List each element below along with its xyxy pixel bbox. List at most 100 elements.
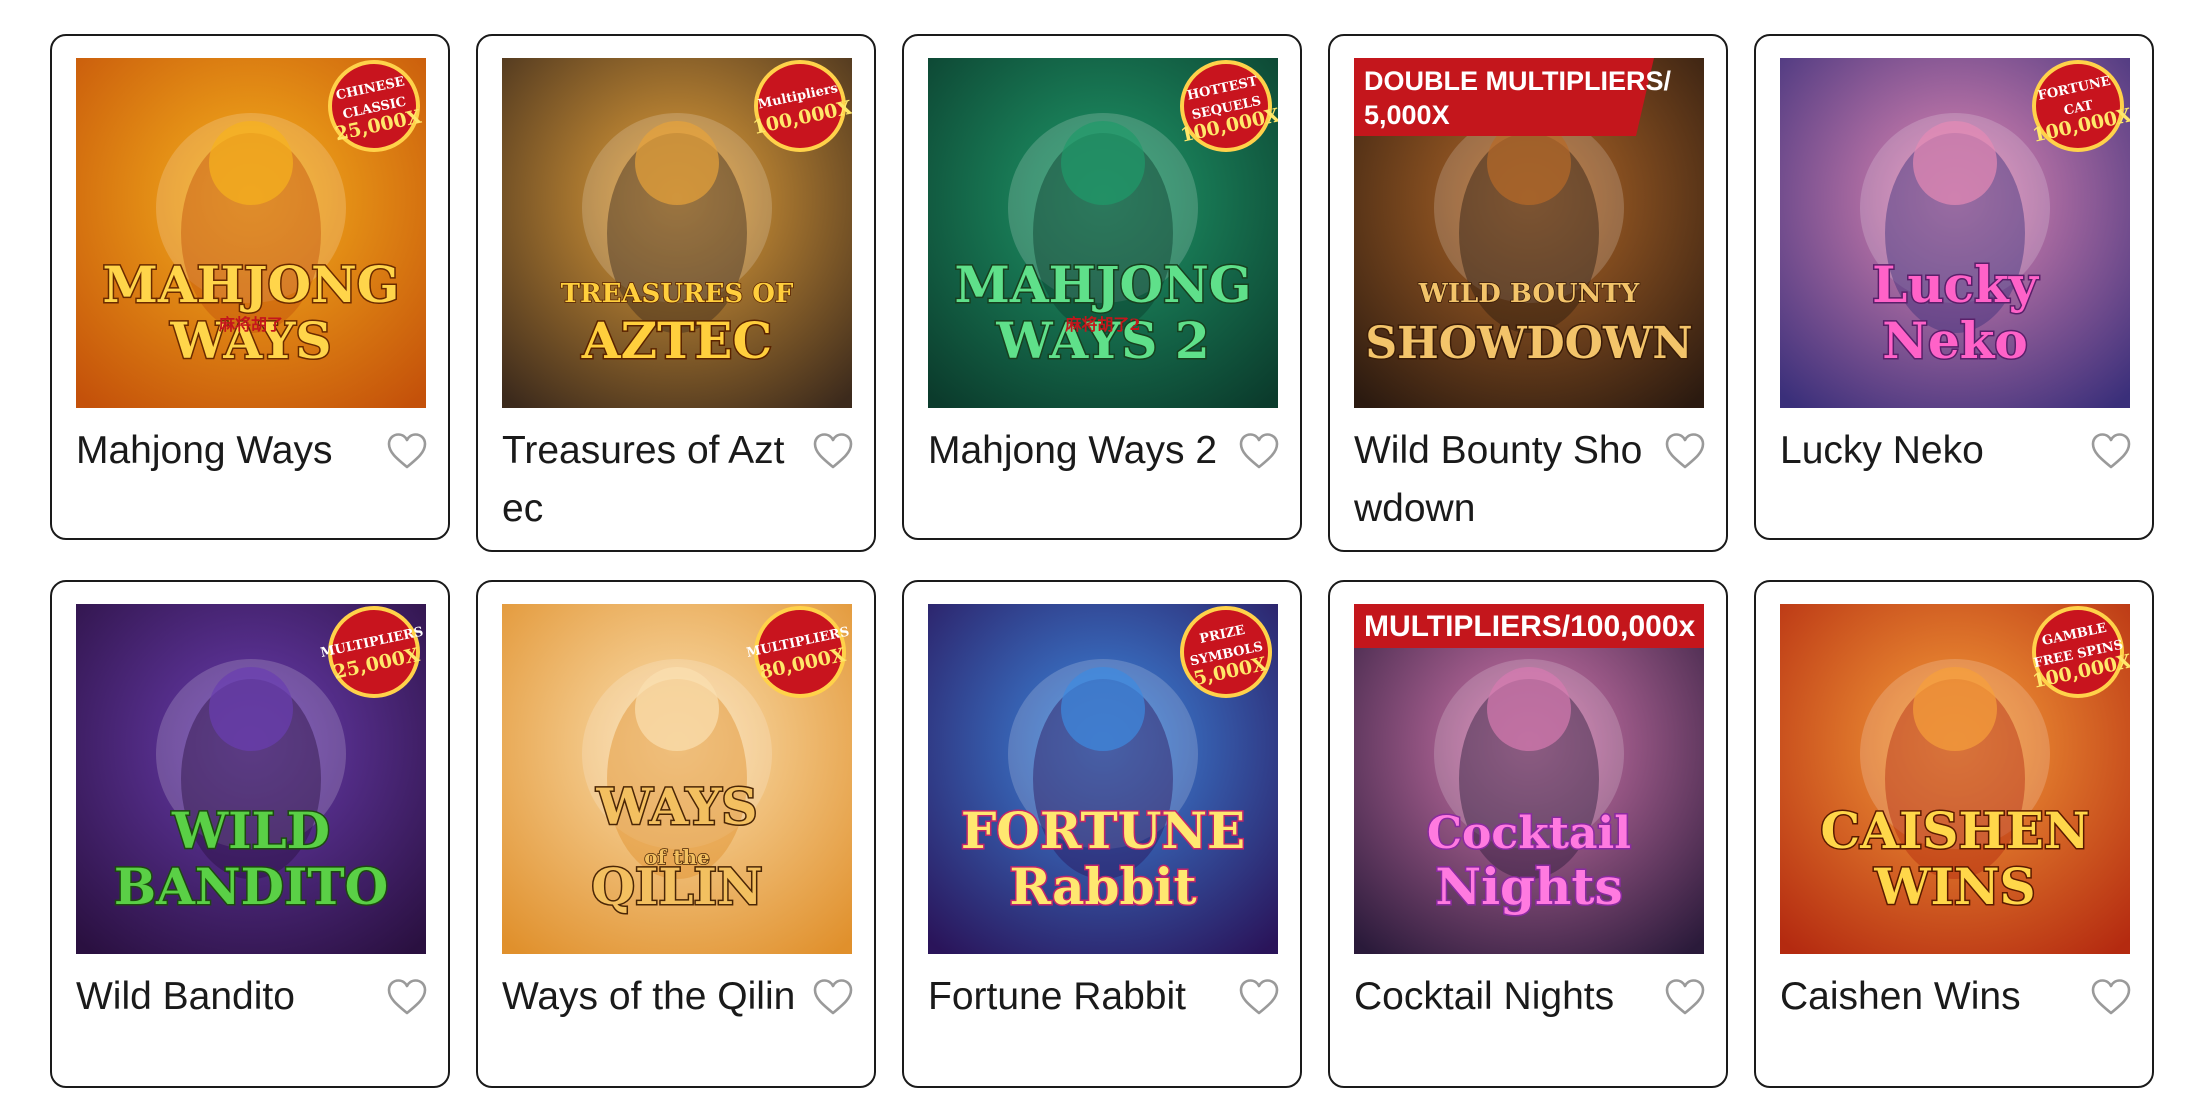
game-logo-text: WAYS bbox=[595, 777, 757, 836]
game-thumbnail[interactable]: PRIZE SYMBOLS 5,000X FORTUNE Rabbit bbox=[928, 604, 1278, 954]
favorite-button[interactable] bbox=[1662, 428, 1708, 474]
game-title[interactable]: Fortune Rabbit bbox=[928, 968, 1228, 1026]
game-artwork: HOTTESTSEQUELS100,000XMAHJONGWAYS 2麻将胡了2 bbox=[928, 58, 1278, 408]
game-title[interactable]: Lucky Neko bbox=[1780, 422, 2080, 480]
promo-banner-text: MULTIPLIERS/100,000x bbox=[1364, 610, 1696, 643]
game-card[interactable]: DOUBLE MULTIPLIERS/5,000X WILD BOUNTY SHOW… bbox=[1328, 34, 1728, 552]
game-artwork: MULTIPLIERS80,000XWAYSof theQILIN bbox=[502, 604, 852, 954]
game-artwork: GAMBLEFREE SPINS100,000XCAISHENWINS bbox=[1780, 604, 2130, 954]
heart-outline-icon bbox=[387, 979, 427, 1015]
game-info: Fortune Rabbit bbox=[928, 968, 1282, 1026]
heart-outline-icon bbox=[1665, 979, 1705, 1015]
game-card[interactable]: MULTIPLIERS/100,000x Cocktail Nights Cockta… bbox=[1328, 580, 1728, 1088]
game-thumbnail[interactable]: MULTIPLIERS/100,000x Cocktail Nights bbox=[1354, 604, 1704, 954]
favorite-button[interactable] bbox=[1662, 974, 1708, 1020]
favorite-button[interactable] bbox=[1236, 428, 1282, 474]
game-logo-text: FORTUNE bbox=[961, 801, 1245, 860]
heart-outline-icon bbox=[1239, 433, 1279, 469]
game-thumbnail[interactable]: MULTIPLIERS 80,000X WAYS of the QILIN bbox=[502, 604, 852, 954]
game-info: Wild Bandito bbox=[76, 968, 430, 1026]
promo-banner-text: 5,000X bbox=[1364, 100, 1450, 130]
game-card[interactable]: FORTUNE CAT 100,000X Lucky Neko Lucky Neko bbox=[1754, 34, 2154, 540]
game-thumbnail[interactable]: MULTIPLIERS 25,000X WILD BANDITO bbox=[76, 604, 426, 954]
heart-outline-icon bbox=[813, 433, 853, 469]
game-card[interactable]: HOTTEST SEQUELS 100,000X MAHJONG WAYS 2 麻将胡了2… bbox=[902, 34, 1302, 540]
game-logo-text: Neko bbox=[1882, 311, 2028, 370]
game-info: Mahjong Ways bbox=[76, 422, 430, 480]
game-title[interactable]: Ways of the Qilin bbox=[502, 968, 802, 1026]
character-head bbox=[1913, 121, 1997, 205]
favorite-button[interactable] bbox=[1236, 974, 1282, 1020]
game-info: Lucky Neko bbox=[1780, 422, 2134, 480]
game-thumbnail[interactable]: DOUBLE MULTIPLIERS/5,000X WILD BOUNTY SHOW… bbox=[1354, 58, 1704, 408]
game-thumbnail[interactable]: FORTUNE CAT 100,000X Lucky Neko bbox=[1780, 58, 2130, 408]
game-title[interactable]: Cocktail Nights bbox=[1354, 968, 1654, 1026]
character-head bbox=[1061, 121, 1145, 205]
character-head bbox=[635, 667, 719, 751]
game-title[interactable]: Treasures of Aztec bbox=[502, 422, 802, 538]
game-grid: CHINESE CLASSIC 25,000X MAHJONG WAYS 麻将胡了 Mahj… bbox=[50, 34, 2154, 1088]
game-info: Wild Bounty Showdown bbox=[1354, 422, 1708, 538]
game-thumbnail[interactable]: HOTTEST SEQUELS 100,000X MAHJONG WAYS 2 麻将胡了2 bbox=[928, 58, 1278, 408]
character-head bbox=[635, 121, 719, 205]
heart-outline-icon bbox=[387, 433, 427, 469]
game-logo-text: SHOWDOWN bbox=[1365, 318, 1692, 369]
game-info: Ways of the Qilin bbox=[502, 968, 856, 1026]
game-artwork: Multipliers100,000XTREASURES OFAZTEC bbox=[502, 58, 852, 408]
game-logo-text: MAHJONG bbox=[103, 255, 400, 314]
game-artwork: FORTUNECAT100,000XLuckyNeko bbox=[1780, 58, 2130, 408]
game-logo-subtitle: 麻将胡了2 bbox=[1064, 315, 1140, 334]
heart-outline-icon bbox=[1239, 979, 1279, 1015]
game-thumbnail[interactable]: GAMBLE FREE SPINS 100,000X CAISHEN WINS bbox=[1780, 604, 2130, 954]
game-artwork: MULTIPLIERS25,000XWILDBANDITO bbox=[76, 604, 426, 954]
favorite-button[interactable] bbox=[2088, 974, 2134, 1020]
game-logo-text: WILD bbox=[171, 801, 330, 860]
game-info: Treasures of Aztec bbox=[502, 422, 856, 538]
game-thumbnail[interactable]: CHINESE CLASSIC 25,000X MAHJONG WAYS 麻将胡了 bbox=[76, 58, 426, 408]
game-logo-text: QILIN bbox=[591, 857, 762, 916]
game-card[interactable]: GAMBLE FREE SPINS 100,000X CAISHEN WINS Caish… bbox=[1754, 580, 2154, 1088]
game-logo-text: Cocktail bbox=[1427, 808, 1631, 859]
character-head bbox=[1487, 667, 1571, 751]
game-card[interactable]: MULTIPLIERS 80,000X WAYS of the QILIN Ways of… bbox=[476, 580, 876, 1088]
game-logo-text: Lucky bbox=[1872, 255, 2040, 314]
game-card[interactable]: PRIZE SYMBOLS 5,000X FORTUNE Rabbit Fortune R… bbox=[902, 580, 1302, 1088]
game-artwork: CHINESECLASSIC25,000XMAHJONGWAYS麻将胡了 bbox=[76, 58, 426, 408]
heart-outline-icon bbox=[2091, 979, 2131, 1015]
game-title[interactable]: Mahjong Ways 2 bbox=[928, 422, 1228, 480]
game-thumbnail[interactable]: Multipliers 100,000X TREASURES OF AZTEC bbox=[502, 58, 852, 408]
game-title[interactable]: Wild Bandito bbox=[76, 968, 376, 1026]
game-logo-text: MAHJONG bbox=[955, 255, 1252, 314]
heart-outline-icon bbox=[2091, 433, 2131, 469]
favorite-button[interactable] bbox=[384, 428, 430, 474]
heart-outline-icon bbox=[813, 979, 853, 1015]
game-logo-text: Nights bbox=[1435, 857, 1622, 916]
game-logo-text: WINS bbox=[1873, 857, 2035, 916]
favorite-button[interactable] bbox=[2088, 428, 2134, 474]
heart-outline-icon bbox=[1665, 433, 1705, 469]
game-card[interactable]: MULTIPLIERS 25,000X WILD BANDITO Wild Bandit… bbox=[50, 580, 450, 1088]
game-info: Mahjong Ways 2 bbox=[928, 422, 1282, 480]
game-artwork: DOUBLE MULTIPLIERS/5,000X WILD BOUNTY SHOW… bbox=[1354, 58, 1704, 408]
favorite-button[interactable] bbox=[810, 974, 856, 1020]
game-logo-text: TREASURES OF bbox=[561, 279, 794, 309]
game-title[interactable]: Caishen Wins bbox=[1780, 968, 2080, 1026]
character-head bbox=[209, 667, 293, 751]
character-head bbox=[1061, 667, 1145, 751]
game-logo-text: AZTEC bbox=[581, 311, 772, 370]
game-logo-text: Rabbit bbox=[1009, 857, 1196, 916]
game-card[interactable]: Multipliers 100,000X TREASURES OF AZTEC Trea… bbox=[476, 34, 876, 552]
game-info: Cocktail Nights bbox=[1354, 968, 1708, 1026]
favorite-button[interactable] bbox=[384, 974, 430, 1020]
game-artwork: MULTIPLIERS/100,000x CocktailNights bbox=[1354, 604, 1704, 954]
game-info: Caishen Wins bbox=[1780, 968, 2134, 1026]
game-title[interactable]: Wild Bounty Showdown bbox=[1354, 422, 1654, 538]
game-card[interactable]: CHINESE CLASSIC 25,000X MAHJONG WAYS 麻将胡了 Mahj… bbox=[50, 34, 450, 540]
promo-banner-text: DOUBLE MULTIPLIERS/ bbox=[1364, 66, 1671, 96]
game-title[interactable]: Mahjong Ways bbox=[76, 422, 376, 480]
favorite-button[interactable] bbox=[810, 428, 856, 474]
game-artwork: PRIZESYMBOLS5,000XFORTUNERabbit bbox=[928, 604, 1278, 954]
character-head bbox=[209, 121, 293, 205]
game-logo-text: BANDITO bbox=[114, 857, 388, 916]
character-head bbox=[1913, 667, 1997, 751]
